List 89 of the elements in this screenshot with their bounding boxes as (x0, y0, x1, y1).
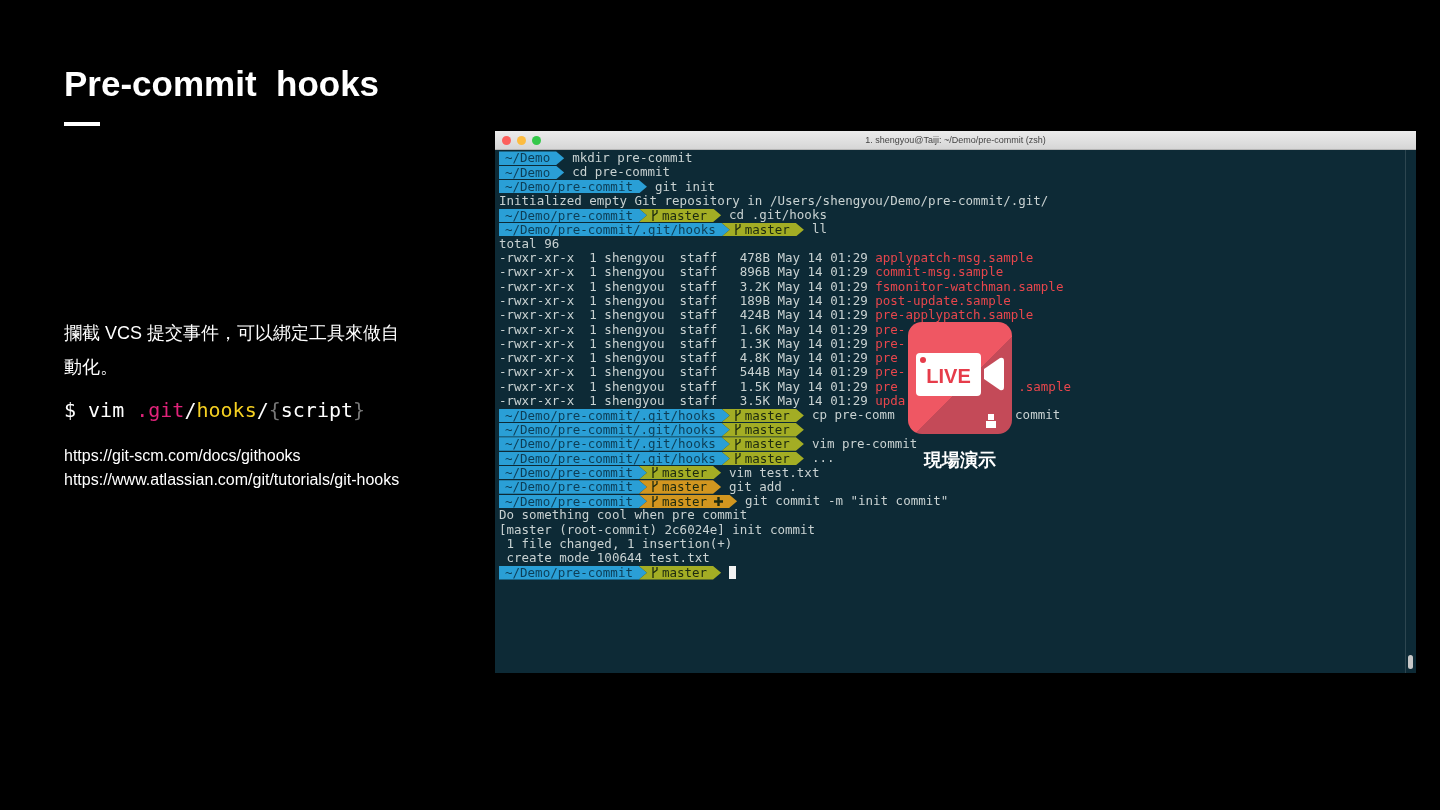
path-segment: ~/Demo (499, 165, 565, 180)
file-name: .sample (1018, 379, 1071, 395)
camera-icon (983, 357, 1004, 391)
branch-name: master (744, 423, 790, 437)
file-name: pre- (875, 322, 906, 337)
branch-name: master (661, 480, 708, 494)
branch-name: master (744, 437, 790, 451)
file-name: upda (875, 394, 906, 409)
file-name: pre-applypatch.sample (875, 308, 1034, 323)
branch-name: master (661, 566, 708, 580)
command-text: cd .git/hooks (729, 208, 827, 223)
path-segment: ~/Demo/pre-commit (499, 180, 647, 194)
path-segment: ~/Demo/pre-commit (499, 208, 647, 223)
output-text: 1 file changed, 1 insertion(+) (505, 537, 733, 552)
file-info: -rwxr-xr-x 1 shengyou staff 896B May 14 01:29 (499, 265, 868, 280)
command-text: git commit -m "init commit" (745, 494, 949, 509)
branch-icon (733, 438, 741, 450)
branch-icon (650, 209, 658, 221)
branch-icon (733, 424, 741, 436)
branch-icon (733, 452, 741, 464)
live-caption: 現場演示 (924, 449, 996, 472)
branch-icon (650, 567, 658, 579)
command-text: mkdir pre-commit (572, 151, 693, 166)
command-text: vim pre-commit (811, 436, 918, 452)
file-info: -rwxr-xr-x 1 shengyou staff 3.2K May 14 01:29 (499, 279, 868, 294)
plus-icon (714, 496, 724, 506)
command-text: vim test.txt (729, 465, 820, 480)
branch-name: master (661, 494, 708, 508)
reference-link[interactable]: https://git-scm.com/docs/githooks (64, 444, 301, 468)
output-text: Do something cool when pre commit (499, 508, 748, 523)
command-text: ... (811, 451, 835, 466)
file-name: post-update.sample (875, 293, 1011, 309)
file-info: -rwxr-xr-x 1 shengyou staff 189B May 14 01:29 (499, 293, 868, 309)
command-text: ll (811, 222, 827, 237)
slide-title: Pre-commit hooks (64, 64, 381, 104)
branch-icon (650, 495, 658, 507)
file-name: pre (875, 379, 898, 395)
reference-link[interactable]: https://www.atlassian.com/git/tutorials/git-hooks (64, 468, 400, 492)
path-segment: ~/Demo/pre-commit (499, 465, 647, 480)
file-info: -rwxr-xr-x 1 shengyou staff 1.3K May 14 01:29 (499, 336, 868, 352)
file-info: -rwxr-xr-x 1 shengyou staff 3.5K May 14 01:29 (499, 394, 868, 409)
output-text: Initialized empty Git repository in /Users/shengyou/Demo/pre-commit/.git/ (499, 193, 1049, 209)
branch-name: master (744, 408, 790, 423)
output-text: total 96 (499, 236, 560, 252)
path-segment: ~/Demo/pre-commit/.git/hooks (499, 408, 730, 423)
file-name: pre (875, 351, 898, 366)
file-info: -rwxr-xr-x 1 shengyou staff 1.5K May 14 01:29 (499, 379, 868, 395)
file-info: -rwxr-xr-x 1 shengyou staff 4.8K May 14 01:29 (499, 351, 868, 366)
output-text: [master (root-commit) 2c6024e] init commit (499, 522, 816, 537)
file-info: -rwxr-xr-x 1 shengyou staff 1.6K May 14 01:29 (499, 322, 868, 337)
branch-icon (733, 410, 741, 421)
close-button[interactable] (502, 135, 511, 145)
person-icon (986, 414, 996, 428)
command-text: cd pre-commit (572, 165, 670, 180)
branch-icon (650, 481, 658, 493)
path-segment: ~/Demo/pre-commit/.git/hooks (499, 437, 730, 451)
command-text: commit (1015, 408, 1061, 423)
file-name: pre- (875, 336, 906, 352)
branch-name: master (661, 208, 708, 223)
minimize-button[interactable] (517, 135, 526, 145)
file-info: -rwxr-xr-x 1 shengyou staff 424B May 14 01:29 (499, 308, 868, 323)
file-name: commit-msg.sample (875, 265, 1004, 280)
description-text: 攔截 VCS 提交事件，可以綁定工具來做自動化。 (64, 322, 400, 379)
path-segment: ~/Demo (499, 151, 565, 165)
output-text: create mode 100644 test.txt (505, 551, 710, 566)
path-segment: ~/Demo/pre-commit/.git/hooks (499, 451, 730, 466)
file-info: -rwxr-xr-x 1 shengyou staff 544B May 14 01:29 (499, 365, 868, 380)
branch-name: master (744, 222, 790, 237)
path-segment: ~/Demo/pre-commit/.git/hooks (499, 423, 730, 437)
command-text: cp pre-comm (811, 408, 895, 423)
scrollbar[interactable] (1405, 150, 1416, 673)
file-name: fsmonitor-watchman.sample (875, 279, 1064, 294)
window-title: 1. shengyou@Taiji: ~/Demo/pre-commit (zsh) (865, 135, 1046, 145)
path-segment: ~/Demo/pre-commit (499, 494, 647, 508)
file-name: applypatch-msg.sample (875, 251, 1034, 266)
branch-icon (650, 467, 658, 479)
command-text: git add . (729, 479, 797, 495)
path-segment: ~/Demo/pre-commit/.git/hooks (499, 222, 730, 237)
live-label: LIVE (916, 352, 981, 396)
branch-name: master (744, 451, 790, 466)
file-info: -rwxr-xr-x 1 shengyou staff 478B May 14 01:29 (499, 251, 868, 266)
path-segment: ~/Demo/pre-commit (499, 566, 647, 580)
file-name: pre- (875, 365, 906, 380)
zoom-button[interactable] (532, 135, 541, 145)
path-segment: ~/Demo/pre-commit (499, 480, 647, 494)
branch-name: master (661, 465, 708, 480)
code-line: $ vim .git/hooks/{script} (64, 398, 367, 422)
command-text: git init (654, 179, 716, 194)
branch-icon (733, 224, 741, 236)
